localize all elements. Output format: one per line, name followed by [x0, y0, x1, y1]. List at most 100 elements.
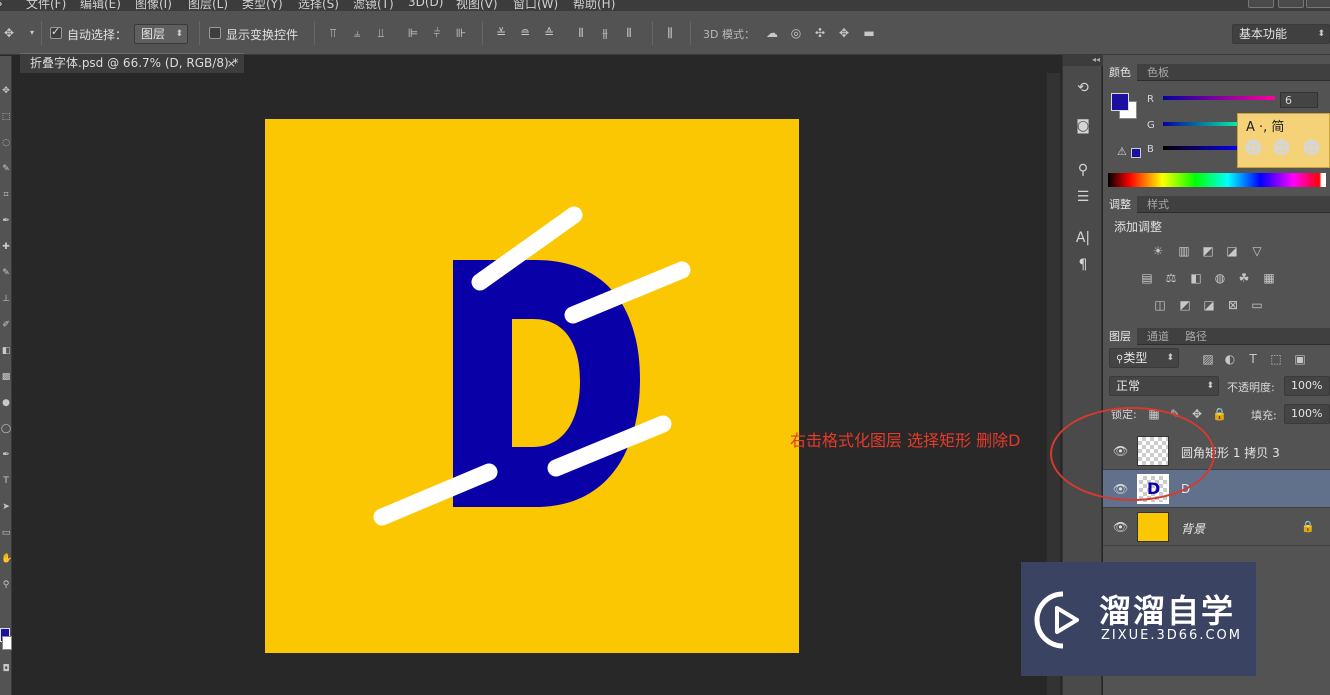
g-slider[interactable] [1163, 122, 1243, 126]
distribute-vcenter-icon[interactable]: ≘ [518, 26, 532, 40]
shape-tool[interactable]: ▭ [1, 528, 11, 538]
tool-presets-icon[interactable]: ☰ [1071, 186, 1095, 208]
align-bottom-icon[interactable]: ⫫ [374, 26, 388, 40]
menu-select[interactable]: 选择(S) [298, 0, 339, 11]
eraser-tool[interactable]: ◧ [1, 346, 11, 356]
quick-select-tool[interactable]: ✎ [1, 164, 11, 174]
document-canvas[interactable] [265, 119, 799, 653]
auto-select-target-dropdown[interactable]: 图层 ⬍ [134, 24, 188, 44]
distribute-top-icon[interactable]: ≚ [494, 26, 508, 40]
hand-tool[interactable]: ✋ [1, 554, 12, 564]
channel-mixer-icon[interactable]: ☘ [1237, 271, 1251, 285]
blur-tool[interactable]: ● [1, 398, 11, 408]
lasso-tool[interactable]: ◌ [1, 138, 11, 148]
opacity-field[interactable]: 100% [1284, 376, 1330, 396]
quick-mask-icon[interactable]: ◘ [1, 664, 11, 674]
show-transform-controls-checkbox[interactable] [209, 27, 221, 39]
blend-mode-dropdown[interactable]: 正常 ⬍ [1109, 376, 1219, 396]
color-lookup-icon[interactable]: ▦ [1262, 271, 1276, 285]
dodge-tool[interactable]: ◯ [1, 424, 11, 434]
photo-filter-icon[interactable]: ◍ [1213, 271, 1227, 285]
brush-tool[interactable]: ✎ [1, 268, 11, 278]
curves-icon[interactable]: ◩ [1201, 244, 1215, 258]
align-right-icon[interactable]: ⊪ [454, 26, 468, 40]
ps-logo-icon[interactable]: s [0, 0, 2, 9]
gradient-tool[interactable]: ▩ [1, 372, 11, 382]
collapse-icon[interactable]: ◂◂ [1063, 55, 1103, 66]
type-tool[interactable]: T [1, 476, 11, 486]
chevron-down-icon[interactable]: ▾ [25, 26, 39, 40]
filter-pixel-icon[interactable]: ▨ [1201, 352, 1215, 366]
align-vcenter-icon[interactable]: ⫨ [350, 26, 364, 40]
3d-slide-icon[interactable]: ✥ [837, 26, 851, 40]
properties-icon[interactable]: ◙ [1071, 115, 1095, 137]
menu-file[interactable]: 文件(F) [26, 0, 66, 11]
3d-roll-icon[interactable]: ◎ [789, 26, 803, 40]
align-left-icon[interactable]: ⊫ [406, 26, 420, 40]
move-tool[interactable]: ✥ [1, 86, 11, 96]
tab-layers[interactable]: 图层 [1103, 328, 1137, 345]
brightness-icon[interactable]: ☀ [1151, 244, 1165, 258]
history-brush-tool[interactable]: ✐ [1, 320, 11, 330]
threshold-icon[interactable]: ◪ [1202, 298, 1216, 312]
gamut-warning-icon[interactable]: ⚠ [1117, 145, 1127, 158]
align-hcenter-icon[interactable]: ⫩ [430, 26, 444, 40]
brush-presets-icon[interactable]: ⚲ [1071, 159, 1095, 181]
marquee-tool[interactable]: ⬚ [1, 112, 11, 122]
tab-paths[interactable]: 路径 [1179, 328, 1213, 345]
stamp-tool[interactable]: ⊥ [1, 294, 11, 304]
crop-tool[interactable]: ⌗ [1, 190, 11, 200]
posterize-icon[interactable]: ◩ [1178, 298, 1192, 312]
zoom-tool[interactable]: ⚲ [1, 580, 11, 590]
fill-field[interactable]: 100% [1284, 404, 1330, 424]
r-slider[interactable] [1163, 96, 1275, 100]
menu-3d[interactable]: 3D(D) [408, 0, 443, 9]
distribute-right-icon[interactable]: ⫴ [622, 26, 636, 40]
close-icon[interactable]: × [227, 54, 236, 73]
paragraph-icon[interactable]: ¶ [1071, 254, 1095, 276]
menu-view[interactable]: 视图(V) [456, 0, 498, 11]
move-tool-icon[interactable]: ✥ [2, 26, 16, 40]
hue-saturation-icon[interactable]: ▤ [1140, 271, 1154, 285]
menu-window[interactable]: 窗口(W) [513, 0, 558, 11]
menu-type[interactable]: 类型(Y) [242, 0, 283, 11]
path-select-tool[interactable]: ➤ [1, 502, 11, 512]
levels-icon[interactable]: ▥ [1177, 244, 1191, 258]
gradient-map-icon[interactable]: ▭ [1250, 298, 1264, 312]
minimize-button[interactable] [1248, 0, 1274, 8]
selective-color-icon[interactable]: ⊠ [1226, 298, 1240, 312]
color-spectrum[interactable] [1108, 173, 1326, 187]
vibrance-icon[interactable]: ▽ [1250, 244, 1264, 258]
3d-rotate-icon[interactable]: ☁ [765, 26, 779, 40]
menu-image[interactable]: 图像(I) [135, 0, 172, 11]
history-icon[interactable]: ⟲ [1071, 77, 1095, 99]
lock-all-icon[interactable]: 🔒 [1212, 407, 1227, 421]
document-tab[interactable]: 折叠字体.psd @ 66.7% (D, RGB/8) * × [20, 53, 244, 73]
filter-shape-icon[interactable]: ⬚ [1269, 352, 1283, 366]
b-slider[interactable] [1163, 146, 1243, 150]
filter-smart-icon[interactable]: ▣ [1293, 352, 1307, 366]
menu-filter[interactable]: 滤镜(T) [353, 0, 394, 11]
black-white-icon[interactable]: ◧ [1189, 271, 1203, 285]
background-color-swatch[interactable] [2, 636, 12, 650]
web-color-chip[interactable] [1131, 148, 1141, 158]
tab-swatches[interactable]: 色板 [1141, 64, 1175, 81]
workspace-dropdown[interactable]: 基本功能 ⬍ [1232, 24, 1330, 44]
maximize-button[interactable] [1278, 0, 1304, 8]
distribute-hcenter-icon[interactable]: ⫵ [598, 26, 612, 40]
foreground-color-chip[interactable] [1111, 93, 1129, 111]
tab-color[interactable]: 颜色 [1103, 64, 1137, 81]
healing-tool[interactable]: ✚ [1, 242, 11, 252]
invert-icon[interactable]: ◫ [1153, 298, 1167, 312]
auto-select-checkbox[interactable] [50, 25, 62, 39]
tab-adjustments[interactable]: 调整 [1103, 196, 1137, 213]
3d-scale-icon[interactable]: ▬ [862, 26, 876, 40]
visibility-eye-icon[interactable]: 👁 [1113, 520, 1128, 534]
color-balance-icon[interactable]: ⚖ [1164, 271, 1178, 285]
distribute-bottom-icon[interactable]: ≙ [542, 26, 556, 40]
menu-layer[interactable]: 图层(L) [188, 0, 228, 11]
filter-adjust-icon[interactable]: ◐ [1223, 352, 1237, 366]
layer-filter-dropdown[interactable]: ⚲类型 ⬍ [1109, 348, 1179, 368]
filter-type-icon[interactable]: T [1246, 352, 1260, 366]
menu-edit[interactable]: 编辑(E) [80, 0, 121, 11]
